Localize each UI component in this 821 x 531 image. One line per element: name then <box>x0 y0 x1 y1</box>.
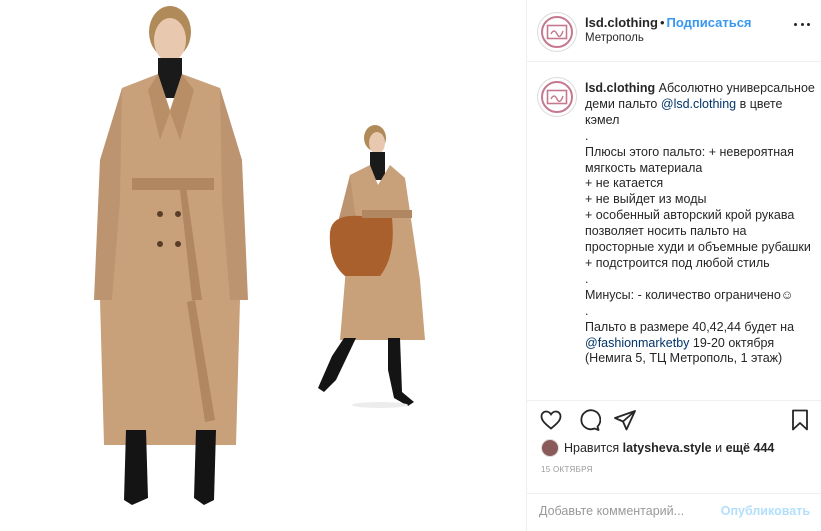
bookmark-icon[interactable] <box>788 408 812 432</box>
liker-avatar[interactable] <box>541 439 559 457</box>
likes-and: и <box>715 441 723 455</box>
comment-input[interactable]: Добавьте комментарий... <box>539 504 684 518</box>
caption-separator: . <box>585 271 589 286</box>
header-line: lsd.clothing • Подписаться <box>585 15 752 30</box>
post-header: lsd.clothing • Подписаться Метрополь <box>527 0 821 62</box>
caption-address: (Немига 5, ТЦ Метрополь, 1 этаж) <box>585 351 783 366</box>
caption-text: lsd.clothing Абсолютно универсальное дем… <box>585 81 815 367</box>
photo-illustration <box>0 0 526 531</box>
logo-icon <box>546 89 568 105</box>
caption-pro-item: + не катается <box>585 176 664 191</box>
follow-button[interactable]: Подписаться <box>667 15 752 30</box>
location-link[interactable]: Метрополь <box>585 32 644 44</box>
caption-pro-item: + подстроится под любой стиль <box>585 255 770 270</box>
publish-button[interactable]: Опубликовать <box>721 504 810 518</box>
mention-brand[interactable]: @lsd.clothing <box>661 97 736 111</box>
post-side-panel: lsd.clothing • Подписаться Метрополь lsd.c… <box>526 0 821 531</box>
likes-line: Нравится latysheva.style и ещё 444 <box>541 437 774 459</box>
caption-avatar[interactable] <box>537 77 577 117</box>
caption-pro-item: + не выйдет из моды <box>585 192 707 207</box>
likes-count-button[interactable]: ещё 444 <box>726 441 775 455</box>
comment-icon[interactable] <box>577 408 601 432</box>
action-bar <box>527 400 821 436</box>
liker-username[interactable]: latysheva.style <box>623 441 712 455</box>
more-icon[interactable] <box>794 23 810 27</box>
caption-sizes: Пальто в размере 40,42,44 будет на <box>585 319 795 334</box>
caption-pro-item: + особенный авторский крой рукава позвол… <box>585 208 811 255</box>
share-icon[interactable] <box>613 408 637 432</box>
mention-market[interactable]: @fashionmarketby <box>585 336 689 350</box>
caption-separator: . <box>585 128 589 143</box>
post-photo[interactable] <box>0 0 526 531</box>
caption-cons: Минусы: - количество ограничено☺ <box>585 287 794 302</box>
caption-separator: . <box>585 303 589 318</box>
add-comment-bar: Добавьте комментарий... Опубликовать <box>527 493 821 531</box>
heart-icon[interactable] <box>539 408 563 432</box>
likes-prefix: Нравится <box>564 441 620 455</box>
caption-area: lsd.clothing Абсолютно универсальное дем… <box>527 63 821 400</box>
caption-dates: 19-20 октября <box>692 335 775 350</box>
author-username[interactable]: lsd.clothing <box>585 15 658 30</box>
caption-username[interactable]: lsd.clothing <box>585 81 655 95</box>
caption-pros: Плюсы этого пальто: + невероятная мягкос… <box>585 144 794 175</box>
post-date[interactable]: 15 ОКТЯБРЯ <box>541 465 593 474</box>
separator-dot: • <box>659 15 665 30</box>
logo-icon <box>546 24 568 40</box>
author-avatar[interactable] <box>537 12 577 52</box>
